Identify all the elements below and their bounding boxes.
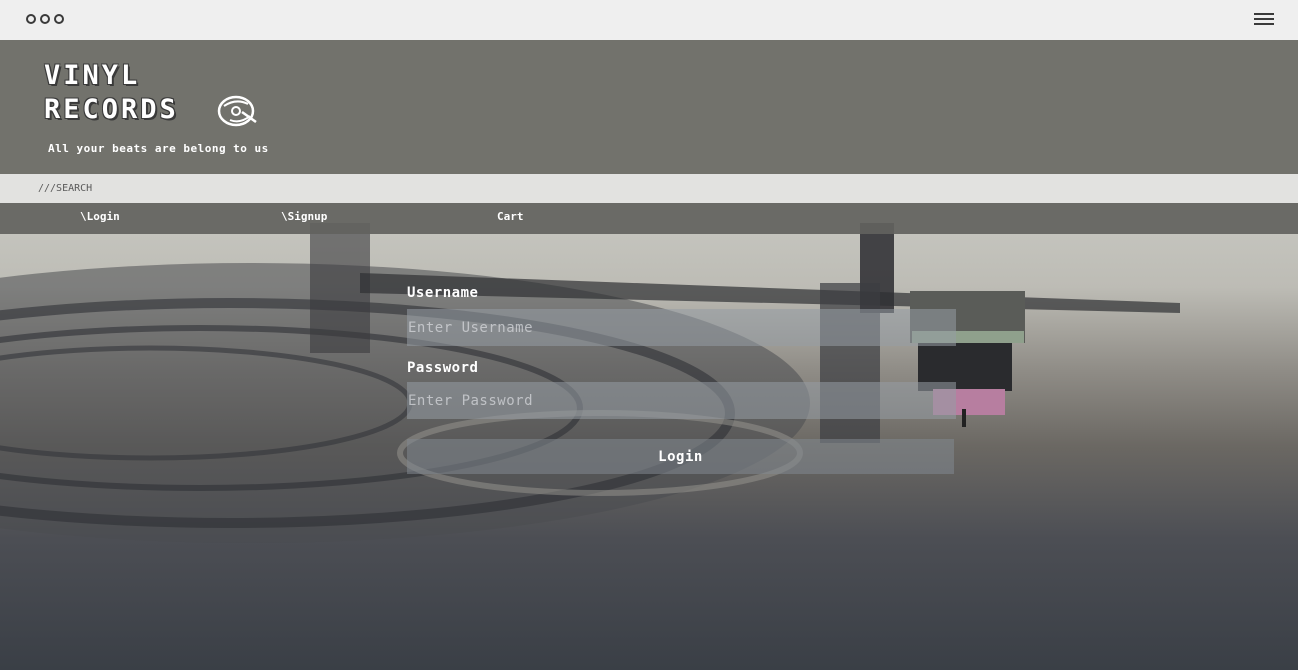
search-bar	[0, 174, 1298, 203]
password-field[interactable]	[407, 382, 956, 419]
login-button[interactable]: Login	[407, 439, 954, 474]
main-nav: \Login \Signup Cart	[0, 203, 1298, 234]
login-form: Username Password Login	[407, 285, 957, 474]
nav-cart-link[interactable]: Cart	[497, 210, 524, 223]
window-dot	[40, 14, 50, 24]
hamburger-menu-icon[interactable]	[1254, 13, 1274, 27]
username-field[interactable]	[407, 309, 956, 346]
logo-title-line2: RECORDS	[44, 94, 179, 125]
username-label: Username	[407, 285, 479, 301]
site-header: VINYL RECORDS All your beats are belong …	[0, 40, 1298, 174]
window-dot	[54, 14, 64, 24]
three-dots-icon[interactable]	[26, 14, 64, 24]
nav-login-link[interactable]: \Login	[80, 210, 120, 223]
search-input[interactable]	[0, 174, 1298, 203]
password-label: Password	[407, 360, 479, 376]
logo-title-line1: VINYL	[44, 60, 141, 91]
window-titlebar	[0, 0, 1298, 40]
tagline: All your beats are belong to us	[48, 142, 269, 155]
window-dot	[26, 14, 36, 24]
nav-signup-link[interactable]: \Signup	[281, 210, 327, 223]
record-icon	[217, 95, 257, 127]
